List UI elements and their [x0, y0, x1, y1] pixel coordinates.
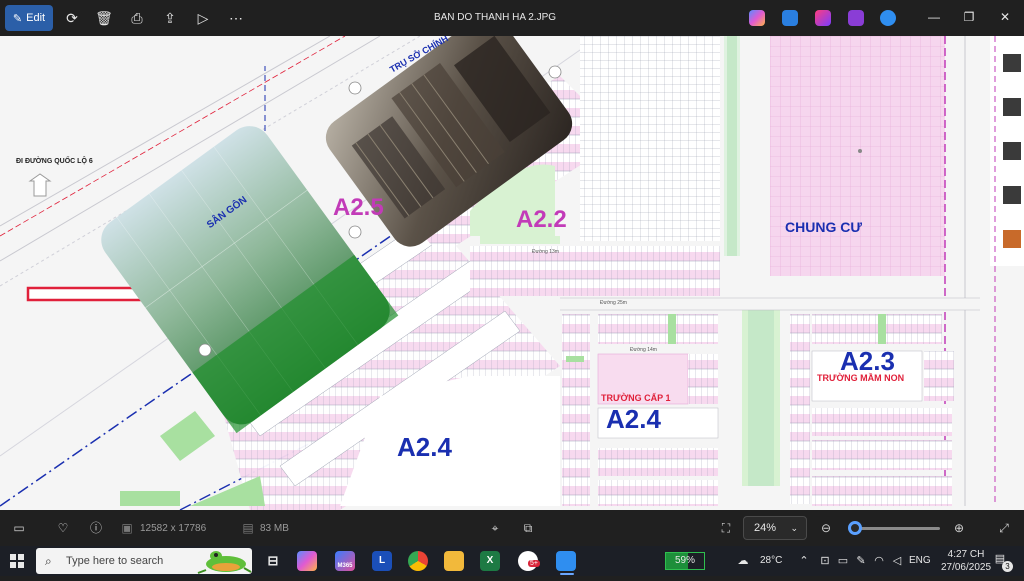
info-icon[interactable]: ⓘ: [88, 520, 104, 536]
zone-label-a24-left: A2.4: [397, 432, 452, 462]
weather-icon[interactable]: ☁: [736, 554, 750, 567]
wifi-icon[interactable]: ◠: [872, 554, 886, 567]
share-icon[interactable]: ⇪: [161, 9, 179, 27]
zoom-slider-thumb[interactable]: [847, 521, 862, 535]
zoom-out-icon[interactable]: ⊖: [818, 520, 834, 536]
designer-icon[interactable]: [782, 10, 798, 26]
favorite-icon[interactable]: ♡: [55, 520, 71, 536]
bottom-info-bar: ▭ ♡ ⓘ ▣ 12582 x 17786 ▤ 83 MB ⌖ ⧉ ⛶ 24% …: [0, 510, 1024, 546]
copilot-taskbar-icon[interactable]: [297, 551, 317, 571]
file-title: BAN DO THANH HA 2.JPG: [433, 12, 557, 23]
battery-tray-icon[interactable]: ▭: [836, 554, 850, 567]
label-chung-cu: CHUNG CƯ: [785, 219, 862, 235]
file-size: 83 MB: [260, 523, 289, 534]
pen-icon[interactable]: ✎: [854, 554, 868, 567]
visual-search-icon[interactable]: ⌖: [487, 520, 503, 536]
zoom-slider[interactable]: [850, 527, 940, 530]
start-button[interactable]: [10, 554, 24, 568]
label-street-13m: Đường 13m: [532, 249, 559, 255]
app-l-icon[interactable]: L: [372, 551, 392, 571]
zoom-in-icon[interactable]: ⊕: [951, 520, 967, 536]
search-placeholder: Type here to search: [66, 555, 164, 567]
zoom-level-value: 24%: [754, 522, 777, 534]
zone-label-a22: A2.2: [516, 206, 567, 233]
tray-chevron-icon[interactable]: ⌃: [797, 554, 811, 567]
label-di-duong-quoc-lo: ĐI ĐƯỜNG QUỐC LỘ 6: [16, 158, 93, 165]
label-truong-cap1: TRƯỜNG CẤP 1: [601, 393, 671, 403]
camera-icon[interactable]: ⊡: [818, 554, 832, 567]
notification-count: 3: [1002, 561, 1013, 572]
text-scan-icon[interactable]: ⧉: [520, 520, 536, 536]
chevron-down-icon: ⌄: [790, 523, 798, 533]
clock-time[interactable]: 4:27 CH: [945, 549, 987, 560]
windows-taskbar: ⌕ Type here to search ⊟ M365 L X 5+ 59% …: [0, 546, 1024, 576]
edit-icon: ✎: [12, 12, 23, 25]
file-size-icon: ▤: [242, 521, 254, 535]
top-toolbar: ✎ Edit ⟳ 🗑 ⎙ ⇪ ▷ ⋯ BAN DO THANH HA 2.JPG…: [0, 0, 1024, 36]
print-icon[interactable]: ⎙: [128, 9, 146, 27]
windows-logo-icon: [10, 554, 16, 560]
frog-illustration-icon: [197, 551, 252, 574]
search-icon: ⌕: [45, 554, 52, 568]
battery-percent: 59%: [674, 555, 695, 566]
label-street-14m: Đường 14m: [630, 347, 657, 353]
label-street-25m: Đường 25m: [600, 300, 627, 306]
active-app-indicator: [560, 573, 574, 575]
input-language[interactable]: ENG: [909, 555, 931, 566]
battery-indicator[interactable]: 59%: [665, 552, 705, 570]
zone-label-a24-center: A2.4: [606, 404, 661, 434]
delete-icon[interactable]: 🗑: [95, 9, 113, 27]
fit-to-window-icon[interactable]: ⛶: [718, 520, 734, 536]
filmstrip-icon[interactable]: ▭: [11, 520, 27, 536]
copilot-icon[interactable]: [749, 10, 765, 26]
image-viewport[interactable]: A2.5 A2.2 A2.4 A2.4 A2.3 CHUNG CƯ TRƯỜNG…: [0, 36, 1024, 510]
task-view-icon[interactable]: ⊟: [263, 551, 283, 571]
maximize-icon[interactable]: ❐: [960, 10, 978, 24]
file-explorer-icon[interactable]: [444, 551, 464, 571]
weather-temp[interactable]: 28°C: [760, 555, 782, 566]
m365-icon[interactable]: M365: [335, 551, 355, 571]
clipchamp-icon[interactable]: [815, 10, 831, 26]
edit-label: Edit: [26, 12, 46, 24]
volume-icon[interactable]: ◁: [890, 554, 904, 567]
fullscreen-icon[interactable]: ⤢: [996, 520, 1012, 536]
video-editor-icon[interactable]: [848, 10, 864, 26]
chrome-badge: 5+: [528, 560, 540, 567]
slideshow-icon[interactable]: ▷: [194, 9, 212, 27]
m365-label: M365: [337, 563, 353, 569]
clock-date[interactable]: 27/06/2025: [940, 562, 992, 573]
chrome-icon[interactable]: [408, 551, 428, 571]
minimize-icon[interactable]: —: [925, 10, 943, 24]
edit-button[interactable]: ✎ Edit: [5, 5, 53, 31]
map-drawing: [0, 36, 1024, 510]
photos-app-window: ✎ Edit ⟳ 🗑 ⎙ ⇪ ▷ ⋯ BAN DO THANH HA 2.JPG…: [0, 0, 1024, 546]
photos-taskbar-icon[interactable]: [556, 551, 576, 571]
rotate-icon[interactable]: ⟳: [63, 9, 81, 27]
zoom-level-select[interactable]: 24% ⌄: [743, 516, 807, 540]
zone-label-a25: A2.5: [333, 194, 384, 221]
excel-icon[interactable]: X: [480, 551, 500, 571]
onedrive-icon[interactable]: [880, 10, 896, 26]
close-icon[interactable]: ✕: [996, 10, 1014, 24]
label-truong-mam-non: TRƯỜNG MẦM NON: [817, 373, 905, 383]
taskbar-search-box[interactable]: ⌕ Type here to search: [36, 548, 252, 574]
dimensions-icon: ▣: [121, 521, 133, 535]
more-icon[interactable]: ⋯: [227, 9, 245, 27]
image-dimensions: 12582 x 17786: [140, 523, 207, 534]
